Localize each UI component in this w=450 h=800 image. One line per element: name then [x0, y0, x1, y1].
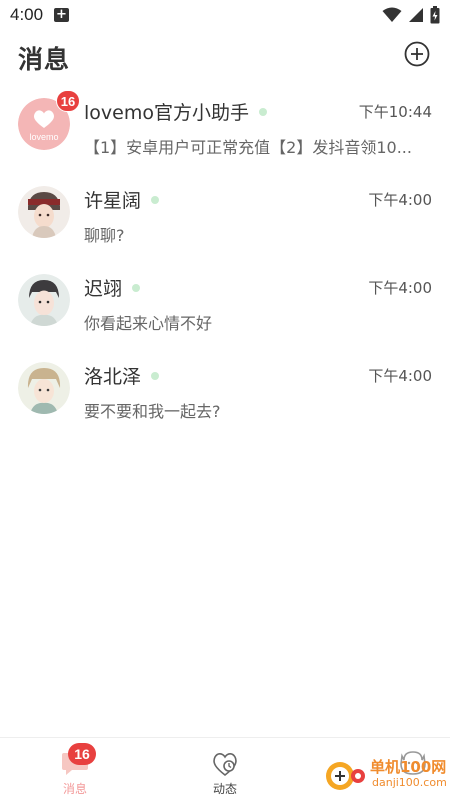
conversation-name-text: 洛北泽: [84, 366, 142, 388]
tab-moments[interactable]: 动态: [150, 738, 300, 800]
battery-icon: [430, 6, 440, 24]
plus-circle-icon: [404, 41, 430, 67]
watermark-url: danji100.com: [372, 776, 447, 789]
tab-unread-badge: 16: [68, 743, 96, 765]
conversation-time: 下午4:00: [368, 279, 432, 297]
online-status-dot: [132, 283, 141, 292]
app-screen: 4:00 + 消息 lovemo 16 lovemo官方小助手 下午10:44 …: [0, 0, 450, 800]
tab-label: 动态: [212, 782, 237, 796]
page-title: 消息: [18, 45, 71, 74]
conversation-preview: 你看起来心情不好: [84, 314, 213, 333]
avatar-logo-text: lovemo: [29, 132, 58, 142]
bottom-tab-bar: 16 消息 动态 单机100网 danji100.com: [0, 737, 450, 800]
conversation-item-luobeize[interactable]: 洛北泽 下午4:00 要不要和我一起去?: [0, 352, 450, 440]
notification-icon: +: [54, 8, 69, 22]
conversation-name: 许星阔: [84, 186, 160, 213]
avatar-wrap: [18, 274, 70, 326]
signal-icon: [409, 8, 423, 22]
watermark-logo-icon: [326, 762, 365, 790]
avatar-wrap: lovemo 16: [18, 90, 80, 150]
site-watermark: 单机100网 danji100.com: [324, 754, 447, 796]
conversation-preview: 要不要和我一起去?: [84, 402, 221, 421]
add-button[interactable]: [404, 41, 430, 67]
person-avatar-icon: [18, 186, 70, 238]
conversation-name-text: 许星阔: [84, 190, 142, 212]
tab-label: 消息: [62, 782, 87, 796]
avatar-xuxingkuo: [18, 186, 70, 238]
person-avatar-icon: [18, 274, 70, 326]
moments-icon: [213, 753, 237, 777]
conversation-item-chiyi[interactable]: 迟翊 下午4:00 你看起来心情不好: [0, 264, 450, 352]
avatar-luobeize: [18, 362, 70, 414]
conversation-name: 洛北泽: [84, 362, 160, 389]
conversation-item-lovemo[interactable]: lovemo 16 lovemo官方小助手 下午10:44 【1】安卓用户可正常…: [0, 88, 450, 176]
avatar-chiyi: [18, 274, 70, 326]
conversation-name-text: lovemo官方小助手: [84, 102, 249, 124]
status-time: 4:00: [10, 5, 44, 24]
online-status-dot: [151, 195, 160, 204]
conversation-name: lovemo官方小助手: [84, 98, 267, 125]
conversation-name: 迟翊: [84, 274, 141, 301]
wifi-icon: [382, 7, 402, 22]
conversation-preview: 【1】安卓用户可正常充值【2】发抖音领10...: [84, 138, 412, 157]
conversation-time: 下午10:44: [358, 103, 432, 121]
conversation-list: lovemo 16 lovemo官方小助手 下午10:44 【1】安卓用户可正常…: [0, 88, 450, 440]
conversation-name-text: 迟翊: [84, 278, 123, 300]
conversation-time: 下午4:00: [368, 367, 432, 385]
unread-badge: 16: [56, 90, 80, 112]
online-status-dot: [151, 371, 160, 380]
avatar-wrap: [18, 186, 70, 238]
header: 消息: [0, 32, 450, 84]
watermark-title: 单机100网: [370, 758, 447, 776]
person-avatar-icon: [18, 362, 70, 414]
tab-messages[interactable]: 16 消息: [0, 738, 150, 800]
status-bar: 4:00 +: [0, 0, 450, 32]
avatar-wrap: [18, 362, 70, 414]
online-status-dot: [258, 107, 267, 116]
conversation-preview: 聊聊?: [84, 226, 125, 245]
conversation-time: 下午4:00: [368, 191, 432, 209]
conversation-item-xuxingkuo[interactable]: 许星阔 下午4:00 聊聊?: [0, 176, 450, 264]
status-icons: [382, 6, 440, 24]
